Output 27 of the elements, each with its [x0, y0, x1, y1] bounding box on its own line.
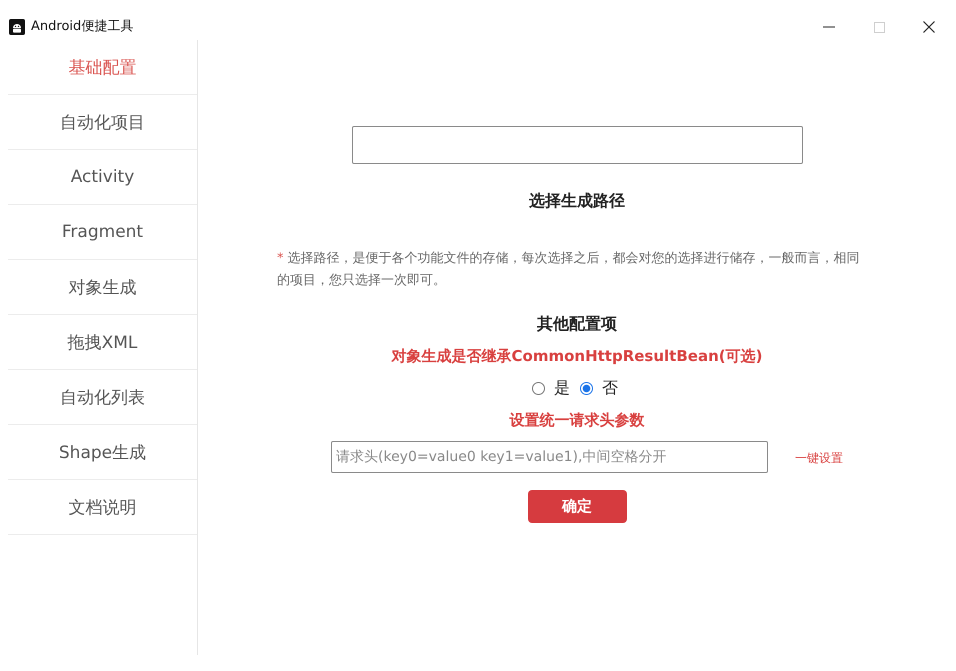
- radio-label: 是: [554, 377, 570, 399]
- header-input-field[interactable]: 请求头(key0=value0 key1=value1),中间空格分开: [331, 441, 768, 473]
- maximize-icon: [874, 22, 884, 32]
- confirm-button[interactable]: 确定: [528, 490, 626, 523]
- path-field[interactable]: [352, 126, 802, 164]
- sidebar-item[interactable]: 对象生成: [8, 260, 197, 315]
- sidebar-item[interactable]: 自动化项目: [8, 95, 197, 150]
- radio-label: 否: [602, 377, 618, 399]
- sidebar-item[interactable]: 文档说明: [8, 480, 197, 535]
- sidebar-item[interactable]: 拖拽XML: [8, 315, 197, 370]
- section-heading: 其他配置项: [537, 313, 617, 335]
- minimize-icon: [823, 26, 835, 28]
- path-note: * 选择路径，是便于各个功能文件的存储，每次选择之后，都会对您的选择进行储存，一般而言，相同的项目，您只选择一次即可。: [277, 250, 860, 290]
- radio-button[interactable]: [580, 382, 593, 394]
- sidebar-item[interactable]: 自动化列表: [8, 370, 197, 425]
- header-label: 设置统一请求头参数: [510, 410, 644, 431]
- sidebar-item[interactable]: Fragment: [8, 205, 197, 260]
- sidebar-item[interactable]: Activity: [8, 150, 197, 205]
- apply-link[interactable]: 一键设置: [795, 448, 843, 466]
- section-heading: 选择生成路径: [529, 190, 625, 212]
- inherit-label: 对象生成是否继承CommonHttpResultBean(可选): [392, 346, 762, 367]
- robot-icon: [9, 19, 25, 35]
- close-icon: [923, 21, 935, 33]
- sidebar-item[interactable]: Shape生成: [8, 425, 197, 480]
- radio-button[interactable]: [532, 382, 545, 394]
- sidebar-item[interactable]: 基础配置: [8, 40, 197, 95]
- window-title: Android便捷工具: [31, 19, 134, 35]
